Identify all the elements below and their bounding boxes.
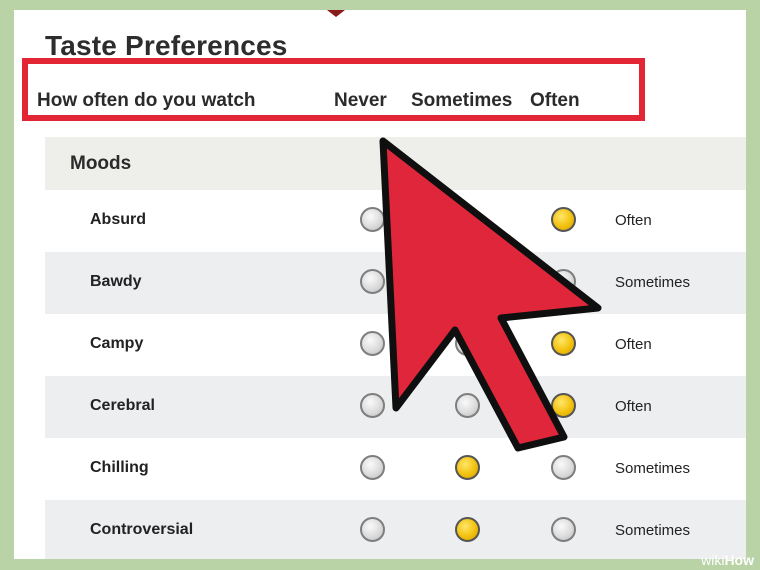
radio-never[interactable] <box>360 393 385 418</box>
radio-never[interactable] <box>360 455 385 480</box>
row-value: Sometimes <box>615 522 691 539</box>
row-value: Often <box>615 212 652 229</box>
row-label: Cerebral <box>90 397 155 414</box>
row-value: Sometimes <box>615 274 691 291</box>
radio-often[interactable] <box>551 269 576 294</box>
radio-often[interactable] <box>551 393 576 418</box>
radio-often[interactable] <box>551 517 576 542</box>
row-value: Sometimes <box>615 460 691 477</box>
radio-often[interactable] <box>551 207 576 232</box>
radio-sometimes[interactable] <box>455 269 480 294</box>
column-never: Never <box>334 90 387 111</box>
radio-never[interactable] <box>360 207 385 232</box>
radio-sometimes[interactable] <box>455 207 480 232</box>
column-often: Often <box>530 90 580 111</box>
table-row: Bawdy Sometimes <box>45 252 746 314</box>
row-value: Often <box>615 336 652 353</box>
radio-sometimes[interactable] <box>455 455 480 480</box>
row-label: Controversial <box>90 521 194 538</box>
section-header <box>45 137 746 190</box>
section-label: Moods <box>70 153 132 174</box>
table-row: Cerebral Often <box>45 376 746 438</box>
watermark-wiki: wiki <box>701 552 725 568</box>
watermark: wikiHow <box>701 552 754 568</box>
table-row: Absurd Often <box>45 190 746 252</box>
row-label: Chilling <box>90 459 149 476</box>
radio-never[interactable] <box>360 517 385 542</box>
radio-sometimes[interactable] <box>455 517 480 542</box>
radio-never[interactable] <box>360 331 385 356</box>
radio-sometimes[interactable] <box>455 331 480 356</box>
dropdown-notch-icon <box>327 10 345 17</box>
radio-sometimes[interactable] <box>455 393 480 418</box>
row-label: Absurd <box>90 211 146 228</box>
row-label: Bawdy <box>90 273 142 290</box>
table-row: Controversial Sometimes <box>45 500 746 559</box>
column-question: How often do you watch <box>37 90 256 111</box>
row-label: Campy <box>90 335 144 352</box>
table-row: Campy Often <box>45 314 746 376</box>
row-value: Often <box>615 398 652 415</box>
radio-never[interactable] <box>360 269 385 294</box>
radio-often[interactable] <box>551 455 576 480</box>
radio-often[interactable] <box>551 331 576 356</box>
table-row: Chilling Sometimes <box>45 438 746 500</box>
watermark-how: How <box>724 552 754 568</box>
column-sometimes: Sometimes <box>411 90 513 111</box>
